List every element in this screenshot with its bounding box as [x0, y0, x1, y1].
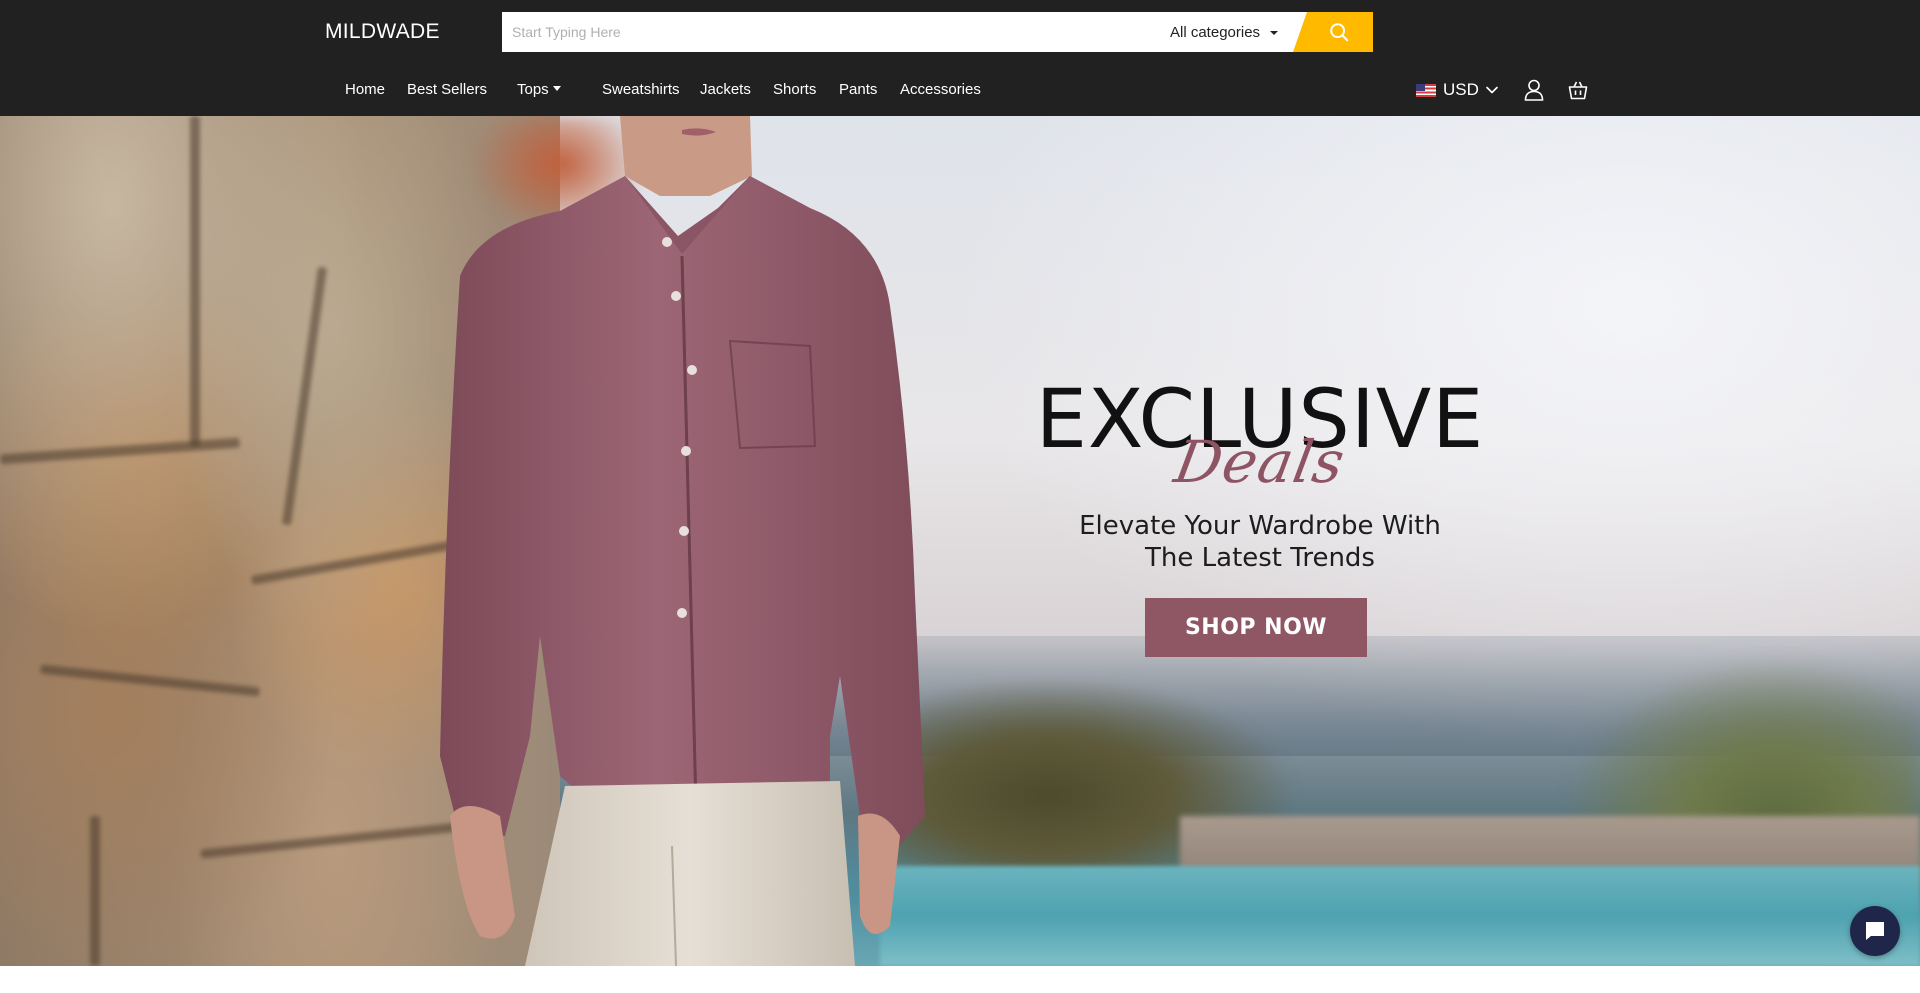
site-header: MILDWADE All categories Home Best Seller…: [0, 0, 1920, 116]
chat-bubble-icon: [1866, 922, 1884, 940]
shopping-bag-icon: [1568, 81, 1588, 100]
nav-best-sellers[interactable]: Best Sellers: [407, 81, 487, 98]
search-icon: [1330, 23, 1349, 42]
promo-subtitle-line1: Elevate Your Wardrobe With: [1079, 511, 1441, 541]
search-button[interactable]: [1293, 12, 1373, 52]
nav-accessories[interactable]: Accessories: [900, 81, 981, 98]
promo-script-deals: Deals: [1169, 428, 1351, 496]
nav-shorts[interactable]: Shorts: [773, 81, 816, 98]
site-logo[interactable]: MILDWADE: [325, 20, 440, 44]
search-bar: All categories: [502, 12, 1373, 52]
user-icon: [1524, 79, 1544, 101]
nav-tops[interactable]: Tops: [517, 81, 561, 98]
main-nav: Home Best Sellers Tops Sweatshirts Jacke…: [0, 78, 1920, 102]
promo-block: EXCLUSIVE Deals Elevate Your Wardrobe Wi…: [1000, 374, 1520, 794]
promo-subtitle-line2: The Latest Trends: [1145, 543, 1375, 573]
nav-home[interactable]: Home: [345, 81, 385, 98]
caret-down-icon: [1270, 30, 1279, 35]
nav-jackets[interactable]: Jackets: [700, 81, 751, 98]
search-input[interactable]: [502, 12, 1142, 52]
chevron-down-icon: [1486, 86, 1498, 94]
cart-button[interactable]: [1568, 80, 1588, 100]
shop-now-button[interactable]: SHOP NOW: [1145, 598, 1367, 657]
chat-button[interactable]: [1850, 906, 1900, 956]
category-select[interactable]: All categories: [1170, 12, 1279, 52]
us-flag-icon: [1416, 83, 1436, 97]
nav-sweatshirts[interactable]: Sweatshirts: [602, 81, 680, 98]
hero-pool: [880, 866, 1920, 966]
nav-tops-label: Tops: [517, 81, 549, 98]
category-select-label: All categories: [1170, 23, 1261, 41]
hero-banner: EXCLUSIVE Deals Elevate Your Wardrobe Wi…: [0, 116, 1920, 966]
currency-label: USD: [1443, 80, 1479, 99]
caret-down-icon: [552, 86, 561, 91]
currency-selector[interactable]: USD: [1416, 79, 1499, 101]
nav-pants[interactable]: Pants: [839, 81, 877, 98]
hero-model-photo: [440, 116, 925, 966]
account-button[interactable]: [1524, 79, 1544, 101]
